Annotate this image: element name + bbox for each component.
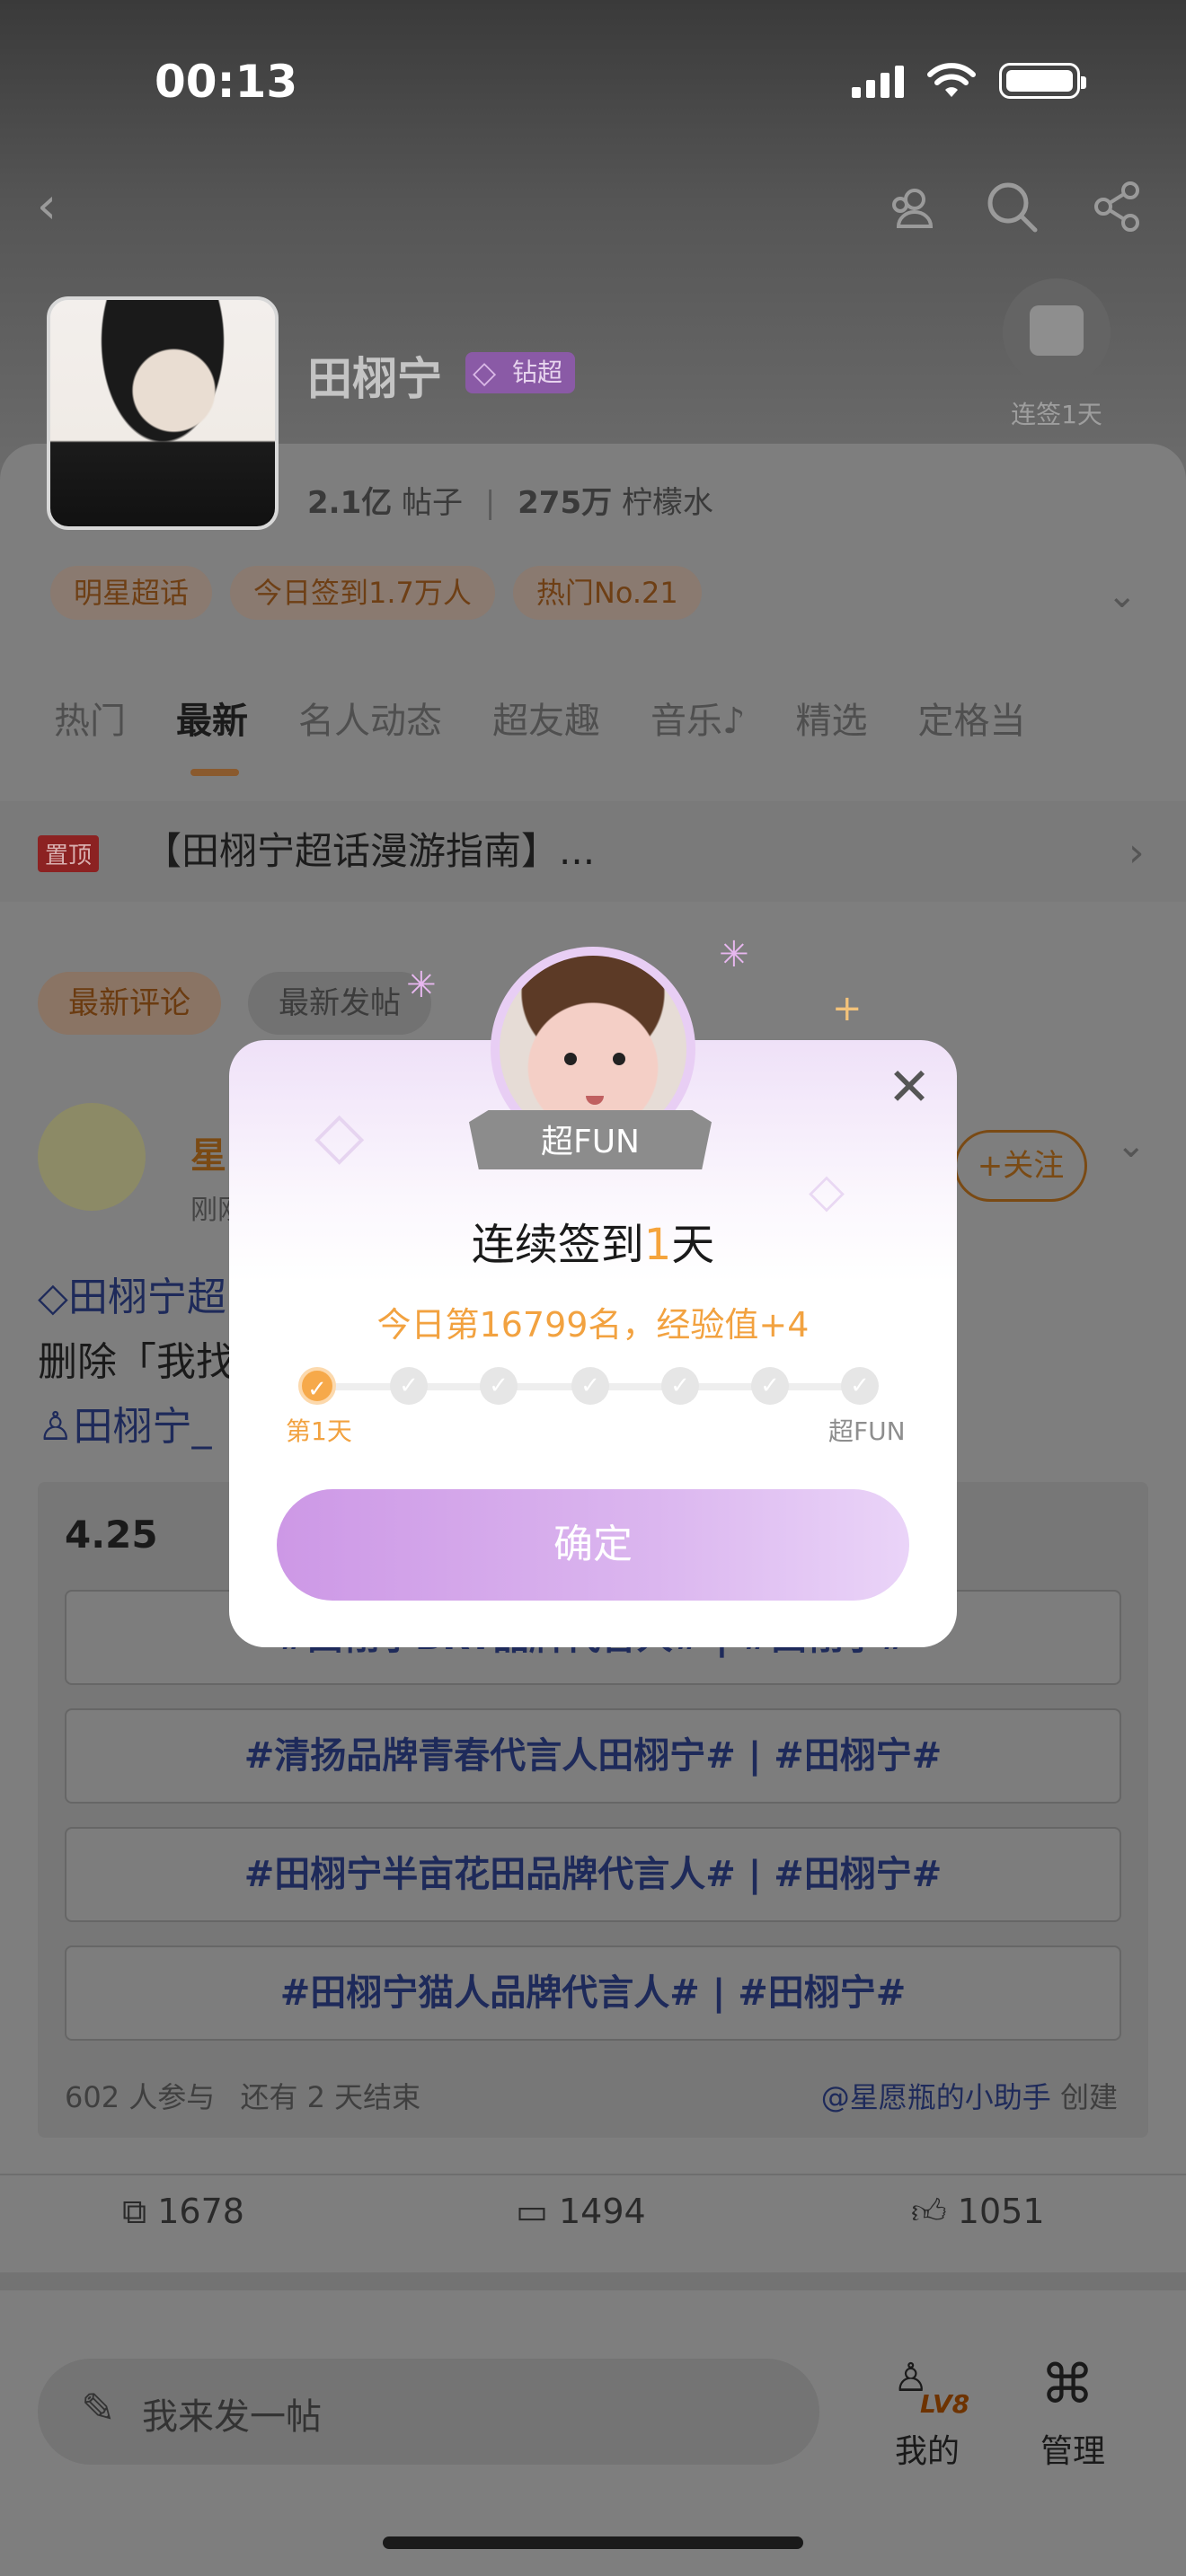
topic-tags: 明星超话 今日签到1.7万人 热门No.21 bbox=[50, 566, 702, 620]
calendar-icon bbox=[1030, 305, 1084, 356]
back-icon[interactable]: ‹ bbox=[20, 180, 74, 234]
step-last-label: 超FUN bbox=[828, 1416, 906, 1446]
post-user-link[interactable]: ♙田栩宁_ bbox=[38, 1394, 211, 1451]
vote-option[interactable]: #田栩宁半亩花田品牌代言人# | #田栩宁# bbox=[65, 1827, 1121, 1922]
avatar[interactable] bbox=[47, 296, 279, 530]
like-count: 1051 bbox=[957, 2192, 1045, 2231]
level-badge: LV8 bbox=[920, 2389, 970, 2419]
filter-latest-comment[interactable]: 最新评论 bbox=[38, 972, 221, 1035]
posts-label: 帖子 bbox=[402, 485, 464, 521]
checkin-label: 连签1天 bbox=[1011, 400, 1102, 429]
sparkle-icon: + bbox=[832, 988, 863, 1029]
page: 00:13 ‹ 连签1天 田栩宁 ◇ 钻超 2.1亿 帖子 | 275万 柠檬水… bbox=[0, 0, 1186, 2576]
step-check-icon: ✓ bbox=[298, 1367, 336, 1405]
confirm-button[interactable]: 确定 bbox=[277, 1489, 909, 1601]
tab-celebrity[interactable]: 名人动态 bbox=[298, 692, 442, 744]
tab-moments[interactable]: 定格当 bbox=[918, 692, 1026, 744]
wifi-icon bbox=[927, 63, 976, 97]
title-suffix: 天 bbox=[671, 1220, 715, 1270]
signal-icon bbox=[852, 64, 904, 98]
diamond-icon: ◇ bbox=[473, 355, 497, 391]
group-icon[interactable] bbox=[886, 180, 940, 234]
step-check-icon: ✓ bbox=[571, 1367, 609, 1405]
title-prefix: 连续签到 bbox=[471, 1220, 644, 1270]
chevron-down-icon[interactable]: ⌄ bbox=[1107, 575, 1137, 616]
vote-creator-suffix: 创建 bbox=[1059, 2080, 1118, 2114]
pencil-icon: ✎ bbox=[81, 2384, 116, 2432]
post-line-1: 田栩宁超 bbox=[67, 1275, 226, 1320]
poster-name[interactable]: 星 bbox=[190, 1126, 226, 1178]
topic-name: 田栩宁 bbox=[307, 353, 442, 405]
compose-placeholder[interactable]: 我来发一帖 bbox=[142, 2387, 322, 2439]
tab-fun[interactable]: 超友趣 bbox=[492, 692, 600, 744]
checkin-button[interactable] bbox=[1003, 278, 1111, 386]
chevron-down-icon[interactable]: ⌄ bbox=[1116, 1125, 1146, 1166]
topic-stats: 2.1亿 帖子 | 275万 柠檬水 bbox=[307, 478, 713, 522]
vote-remaining: 还有 2 天结束 bbox=[240, 2080, 421, 2114]
divider bbox=[0, 2272, 1186, 2290]
tab-selected[interactable]: 精选 bbox=[796, 692, 868, 744]
comment-count: 1494 bbox=[558, 2192, 646, 2231]
tag-rank[interactable]: 热门No.21 bbox=[512, 566, 702, 620]
ribbon-label: 超FUN bbox=[541, 1124, 640, 1160]
posts-count: 2.1亿 bbox=[307, 485, 393, 521]
vote-participants: 602 人参与 bbox=[65, 2080, 216, 2114]
modal-title: 连续签到1天 bbox=[229, 1209, 957, 1272]
tag-category[interactable]: 明星超话 bbox=[50, 566, 213, 620]
status-time: 00:13 bbox=[155, 56, 298, 108]
step-check-icon: ✓ bbox=[480, 1367, 518, 1405]
sparkle-icon: ✳ bbox=[719, 934, 749, 975]
vote-creator-link[interactable]: @星愿瓶的小助手 bbox=[821, 2080, 1051, 2114]
fans-count: 275万 bbox=[518, 485, 613, 521]
battery-icon bbox=[999, 63, 1086, 99]
pinned-text[interactable]: 【田栩宁超话漫游指南】... bbox=[144, 821, 595, 876]
tab-manage[interactable]: 管理 bbox=[1040, 2425, 1105, 2472]
repost-count: 1678 bbox=[157, 2192, 244, 2231]
sparkle-icon: ✳ bbox=[406, 965, 437, 1006]
modal-subtitle: 今日第16799名，经验值+4 bbox=[376, 1305, 810, 1345]
tab-latest[interactable]: 最新 bbox=[176, 692, 248, 776]
manage-icon: ⌘ bbox=[1040, 2353, 1094, 2416]
share-icon[interactable] bbox=[1091, 180, 1145, 234]
vip-label: 钻超 bbox=[512, 357, 563, 387]
tab-mine[interactable]: 我的 bbox=[895, 2425, 960, 2472]
close-icon[interactable]: ✕ bbox=[884, 1061, 934, 1113]
repost-button[interactable]: ⧉ 1678 bbox=[122, 2192, 244, 2232]
follow-button[interactable]: +关注 bbox=[954, 1130, 1087, 1202]
tab-music[interactable]: 音乐♪ bbox=[651, 692, 746, 744]
diamond-decoration-icon: ◇ bbox=[314, 1097, 365, 1172]
step-check-icon: ✓ bbox=[751, 1367, 789, 1405]
post-topic-link[interactable]: ◇田栩宁超 bbox=[38, 1265, 226, 1322]
status-icons bbox=[852, 63, 1086, 99]
step-first-label: 第1天 bbox=[286, 1416, 352, 1446]
vip-badge[interactable]: ◇ 钻超 bbox=[465, 352, 576, 393]
like-button[interactable]: 👍︎ 1051 bbox=[911, 2192, 1045, 2233]
vote-date: 4.25 bbox=[65, 1513, 158, 1557]
post-line-3: 田栩宁_ bbox=[73, 1404, 212, 1450]
tag-checkin-count[interactable]: 今日签到1.7万人 bbox=[230, 566, 495, 620]
sort-filters: 最新评论 最新发帖 bbox=[38, 972, 431, 1035]
home-indicator bbox=[383, 2536, 803, 2549]
title-days: 1 bbox=[643, 1220, 672, 1270]
pinned-badge: 置顶 bbox=[38, 835, 100, 872]
stats-separator: | bbox=[484, 485, 496, 521]
tab-hot[interactable]: 热门 bbox=[54, 692, 126, 744]
vote-stats: 602 人参与 还有 2 天结束 bbox=[65, 2075, 420, 2116]
step-check-icon: ✓ bbox=[841, 1367, 879, 1405]
post-text: 删除「我找 bbox=[38, 1339, 235, 1385]
vote-option[interactable]: #田栩宁猫人品牌代言人# | #田栩宁# bbox=[65, 1945, 1121, 2041]
poster-avatar[interactable] bbox=[38, 1103, 146, 1211]
step-check-icon: ✓ bbox=[390, 1367, 428, 1405]
chevron-right-icon: › bbox=[1128, 830, 1145, 876]
tab-bar: 热门 最新 名人动态 超友趣 音乐♪ 精选 定格当 bbox=[54, 692, 1026, 776]
step-check-icon: ✓ bbox=[661, 1367, 699, 1405]
search-icon[interactable] bbox=[985, 180, 1039, 234]
vote-creator: @星愿瓶的小助手 创建 bbox=[821, 2075, 1118, 2116]
fans-label: 柠檬水 bbox=[621, 485, 713, 521]
vote-option[interactable]: #清扬品牌青春代言人田栩宁# | #田栩宁# bbox=[65, 1708, 1121, 1804]
filter-latest-post[interactable]: 最新发帖 bbox=[248, 972, 431, 1035]
comment-button[interactable]: ▭ 1494 bbox=[516, 2192, 646, 2231]
